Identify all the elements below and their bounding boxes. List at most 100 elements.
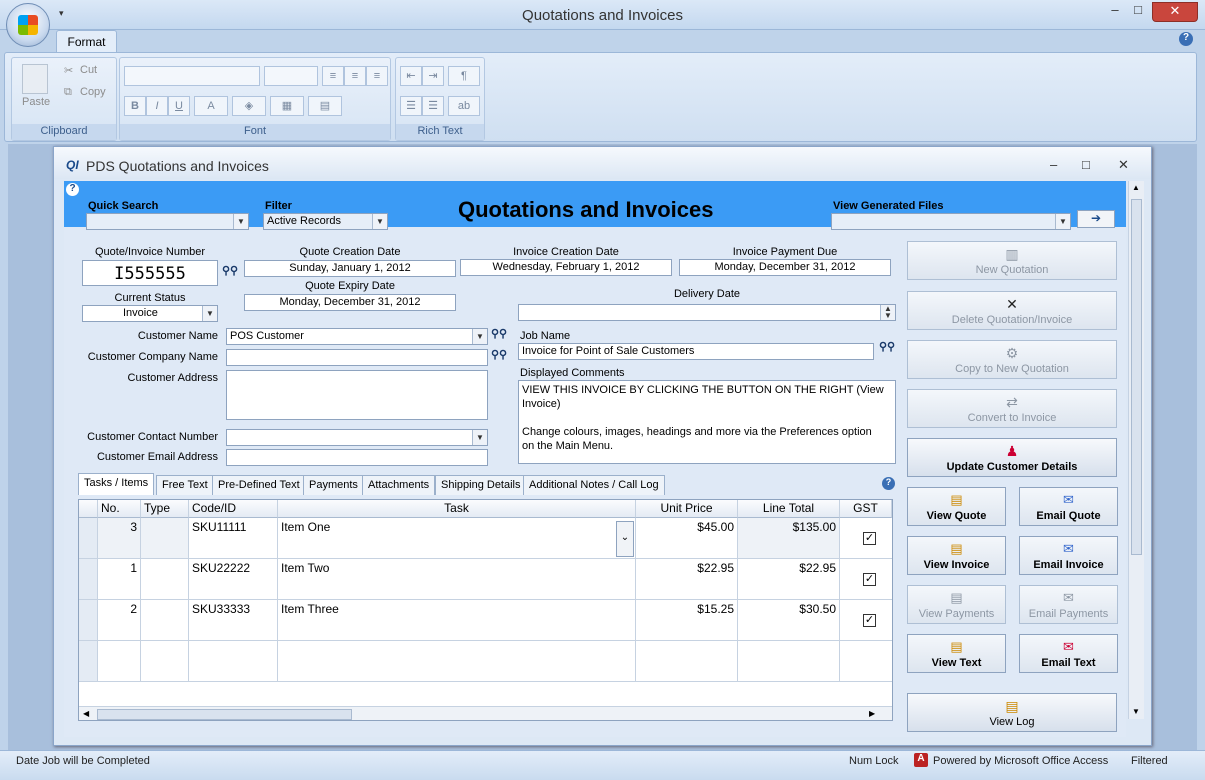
binoculars-icon[interactable]: ⚲⚲ <box>490 327 508 345</box>
form-scrollbar[interactable]: ▲ ▼ <box>1128 181 1144 719</box>
job-name-field[interactable]: Invoice for Point of Sale Customers <box>518 343 874 360</box>
current-status-combo[interactable]: Invoice ▼ <box>82 305 218 322</box>
cell-line-total[interactable] <box>738 641 840 682</box>
chevron-down-icon[interactable]: ▼ <box>472 329 487 344</box>
italic-button[interactable]: I <box>146 96 168 116</box>
quick-access-dropdown-icon[interactable]: ▾ <box>59 8 64 19</box>
chevron-down-icon[interactable]: ▼ <box>202 306 217 321</box>
customer-name-combo[interactable]: POS Customer ▼ <box>226 328 488 345</box>
form-minimize-button[interactable]: – <box>1050 157 1057 172</box>
cell-type[interactable] <box>141 600 189 641</box>
cell-type[interactable] <box>141 641 189 682</box>
column-header[interactable]: Unit Price <box>636 500 738 518</box>
binoculars-icon[interactable]: ⚲⚲ <box>490 348 508 366</box>
form-close-button[interactable]: ✕ <box>1118 157 1129 173</box>
highlight-icon[interactable]: ab <box>448 96 480 116</box>
tab-tasks-items[interactable]: Tasks / Items <box>78 473 155 495</box>
tab-pre-defined-text[interactable]: Pre-Defined Text <box>212 475 306 495</box>
filter-combo[interactable]: Active Records ▼ <box>263 213 388 230</box>
tab-payments[interactable]: Payments <box>303 475 364 495</box>
cell-task[interactable]: Item One <box>278 518 636 559</box>
quick-search-combo[interactable]: ▼ <box>86 213 249 230</box>
quote-creation-field[interactable]: Sunday, January 1, 2012 <box>244 260 456 277</box>
tab-additional-notes[interactable]: Additional Notes / Call Log <box>523 475 665 495</box>
table-row[interactable]: 3 SKU11111 Item One ⌄ $45.00 $135.00 ✓ <box>79 518 892 559</box>
fill-color-icon[interactable]: ◈ <box>232 96 266 116</box>
table-row[interactable]: 1 SKU22222 Item Two $22.95 $22.95 ✓ <box>79 559 892 600</box>
tab-free-text[interactable]: Free Text <box>156 475 214 495</box>
binoculars-icon[interactable]: ⚲⚲ <box>878 340 896 358</box>
select-all-header[interactable] <box>79 500 98 518</box>
cell-gst[interactable]: ✓ <box>840 518 892 559</box>
spinner-icon[interactable]: ▲ ▼ <box>880 305 895 320</box>
cell-task[interactable]: Item Two <box>278 559 636 600</box>
delivery-date-field[interactable]: ▲ ▼ <box>518 304 896 321</box>
scroll-left-icon[interactable]: ◀ <box>83 709 89 718</box>
cell-no[interactable] <box>98 641 141 682</box>
row-selector[interactable] <box>79 518 98 559</box>
invoice-payment-field[interactable]: Monday, December 31, 2012 <box>679 259 891 276</box>
tab-format[interactable]: Format <box>56 30 117 53</box>
scroll-right-icon[interactable]: ▶ <box>869 709 875 718</box>
view-invoice-button[interactable]: ▤ View Invoice <box>907 536 1006 575</box>
cell-type[interactable] <box>141 559 189 600</box>
align-right-icon[interactable]: ≡ <box>366 66 388 86</box>
go-button[interactable]: ➔ <box>1077 210 1115 228</box>
underline-button[interactable]: U <box>168 96 190 116</box>
help-icon[interactable]: ? <box>1179 32 1193 46</box>
gst-checkbox[interactable]: ✓ <box>863 532 876 545</box>
form-maximize-button[interactable]: □ <box>1082 157 1090 172</box>
align-center-icon[interactable]: ≡ <box>344 66 366 86</box>
maximize-button[interactable]: □ <box>1128 2 1148 22</box>
row-selector[interactable] <box>79 641 98 682</box>
cell-task[interactable] <box>278 641 636 682</box>
view-text-button[interactable]: ▤ View Text <box>907 634 1006 673</box>
update-customer-button[interactable]: ♟ Update Customer Details <box>907 438 1117 477</box>
cell-gst[interactable] <box>840 641 892 682</box>
decrease-indent-icon[interactable]: ⇤ <box>400 66 422 86</box>
cell-task[interactable]: Item Three <box>278 600 636 641</box>
gst-checkbox[interactable]: ✓ <box>863 573 876 586</box>
row-selector[interactable] <box>79 600 98 641</box>
email-payments-button[interactable]: ✉ Email Payments <box>1019 585 1118 624</box>
new-row[interactable] <box>79 641 892 682</box>
alternate-fill-icon[interactable]: ▤ <box>308 96 342 116</box>
gst-checkbox[interactable]: ✓ <box>863 614 876 627</box>
column-header[interactable]: Line Total <box>738 500 840 518</box>
close-button[interactable]: ✕ <box>1152 2 1198 22</box>
copy-quotation-button[interactable]: ⚙ Copy to New Quotation <box>907 340 1117 379</box>
office-button[interactable] <box>6 3 50 47</box>
binoculars-icon[interactable]: ⚲⚲ <box>221 264 239 282</box>
cell-code[interactable] <box>189 641 278 682</box>
scroll-thumb[interactable] <box>97 709 352 720</box>
cell-gst[interactable]: ✓ <box>840 600 892 641</box>
cell-type[interactable] <box>141 518 189 559</box>
cell-code[interactable]: SKU22222 <box>189 559 278 600</box>
chevron-down-icon[interactable]: ▼ <box>372 214 387 229</box>
quote-number-field[interactable]: I555555 <box>82 260 218 286</box>
chevron-down-icon[interactable]: ▼ <box>1055 214 1070 229</box>
font-name-combo[interactable] <box>124 66 260 86</box>
table-row[interactable]: 2 SKU33333 Item Three $15.25 $30.50 ✓ <box>79 600 892 641</box>
font-size-combo[interactable] <box>264 66 318 86</box>
customer-email-field[interactable] <box>226 449 488 466</box>
delete-quotation-button[interactable]: ✕ Delete Quotation/Invoice <box>907 291 1117 330</box>
align-left-icon[interactable]: ≡ <box>322 66 344 86</box>
customer-contact-combo[interactable]: ▼ <box>226 429 488 446</box>
row-selector[interactable] <box>79 559 98 600</box>
convert-invoice-button[interactable]: ⇄ Convert to Invoice <box>907 389 1117 428</box>
cut-icon[interactable]: ✂ <box>64 64 73 77</box>
cell-unit-price[interactable] <box>636 641 738 682</box>
cell-line-total[interactable]: $22.95 <box>738 559 840 600</box>
customer-company-field[interactable] <box>226 349 488 366</box>
cell-code[interactable]: SKU33333 <box>189 600 278 641</box>
tab-help-icon[interactable]: ? <box>882 477 895 490</box>
cell-line-total[interactable]: $30.50 <box>738 600 840 641</box>
quote-expiry-field[interactable]: Monday, December 31, 2012 <box>244 294 456 311</box>
email-text-button[interactable]: ✉ Email Text <box>1019 634 1118 673</box>
cell-unit-price[interactable]: $15.25 <box>636 600 738 641</box>
cell-line-total[interactable]: $135.00 <box>738 518 840 559</box>
bold-button[interactable]: B <box>124 96 146 116</box>
cut-button[interactable]: Cut <box>80 64 97 76</box>
font-color-button[interactable]: A <box>194 96 228 116</box>
